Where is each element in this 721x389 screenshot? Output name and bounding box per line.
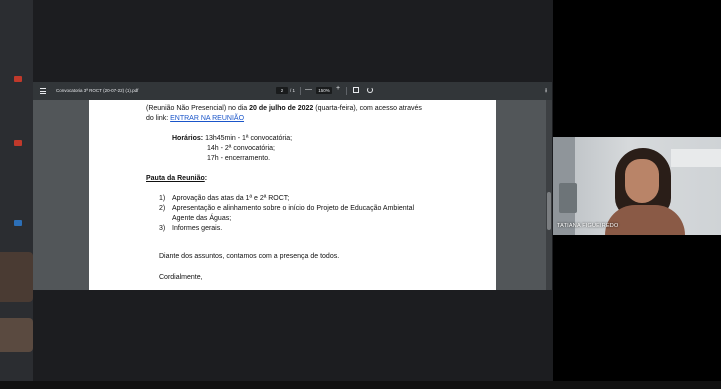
pdf-toolbar: Convocatoria 3ª ROCT (20-07-22) (1).pdf … bbox=[33, 82, 552, 100]
signoff-text: Cordialmente, bbox=[159, 274, 203, 281]
zoom-out-button[interactable]: — bbox=[305, 86, 312, 93]
toolbar-divider bbox=[300, 87, 301, 95]
pauta-colon: : bbox=[204, 175, 208, 182]
horario-item: 14h - 2ª convocatória; bbox=[207, 145, 275, 152]
pdf-filename: Convocatoria 3ª ROCT (20-07-22) (1).pdf bbox=[56, 88, 139, 93]
page-number-input[interactable]: 2 bbox=[276, 87, 288, 94]
horario-item: 17h - encerramento. bbox=[207, 155, 271, 162]
intro-text: do link: bbox=[146, 115, 171, 122]
participant-indicator bbox=[14, 76, 22, 82]
pauta-title: Pauta da Reunião bbox=[146, 175, 205, 182]
meeting-date: 20 de julho de 2022 bbox=[249, 105, 314, 112]
zoom-level-input[interactable]: 150% bbox=[316, 87, 332, 94]
fit-page-icon[interactable] bbox=[353, 87, 359, 93]
closing-text: Diante dos assuntos, contamos com a pres… bbox=[159, 253, 340, 260]
toolbar-divider bbox=[346, 87, 347, 95]
meeting-link[interactable]: ENTRAR NA REUNIÃO bbox=[170, 115, 244, 122]
horario-item: 13h45min - 1ª convocatória; bbox=[205, 135, 293, 142]
pdf-page: (Reunião Não Presencial) no dia 20 de ju… bbox=[89, 100, 496, 290]
intro-line-2: do link: ENTRAR NA REUNIÃO bbox=[146, 114, 244, 124]
scrollbar-thumb[interactable] bbox=[547, 192, 551, 230]
agenda-item: Informes gerais. bbox=[172, 225, 223, 232]
horarios-label: Horários: bbox=[172, 135, 204, 142]
agenda-num: 3) bbox=[159, 225, 166, 232]
participant-indicator bbox=[14, 220, 22, 226]
participant-name-label: TATIANA FIGUEIREDO bbox=[557, 223, 619, 229]
pdf-viewer: Convocatoria 3ª ROCT (20-07-22) (1).pdf … bbox=[33, 82, 552, 290]
participant-face bbox=[625, 159, 659, 203]
participant-thumbnail[interactable] bbox=[0, 318, 33, 352]
participant-video[interactable]: TATIANA FIGUEIREDO bbox=[553, 137, 721, 235]
agenda-num: 2) bbox=[159, 205, 166, 212]
zoom-in-button[interactable]: + bbox=[336, 85, 340, 92]
agenda-num: 1) bbox=[159, 195, 166, 202]
agenda-item: Aprovação das atas da 1ª e 2ª ROCT; bbox=[172, 195, 290, 202]
video-background-shelf bbox=[671, 149, 721, 167]
intro-text: (Reunião Não Presencial) no dia bbox=[146, 105, 250, 112]
participants-strip bbox=[0, 0, 33, 389]
participant-indicator bbox=[14, 140, 22, 146]
page-total: / 1 bbox=[290, 88, 296, 93]
vertical-scrollbar[interactable] bbox=[546, 100, 552, 290]
pauta-heading: Pauta da Reunião: bbox=[146, 174, 207, 184]
participant-thumbnail[interactable] bbox=[0, 252, 33, 302]
horarios-row: Horários: 13h45min - 1ª convocatória; bbox=[172, 134, 292, 144]
agenda-item: Apresentação e alinhamento sobre o iníci… bbox=[172, 205, 415, 212]
video-background-equipment bbox=[559, 183, 577, 213]
meeting-controls-bar bbox=[0, 381, 721, 389]
intro-text: (quarta-feira), com acesso através bbox=[313, 105, 422, 112]
rotate-icon[interactable] bbox=[367, 87, 373, 93]
menu-icon[interactable] bbox=[40, 88, 46, 96]
intro-line-1: (Reunião Não Presencial) no dia 20 de ju… bbox=[146, 104, 422, 114]
agenda-item-continuation: Agente das Águas; bbox=[172, 215, 232, 222]
download-icon[interactable]: ⭳ bbox=[545, 86, 547, 96]
